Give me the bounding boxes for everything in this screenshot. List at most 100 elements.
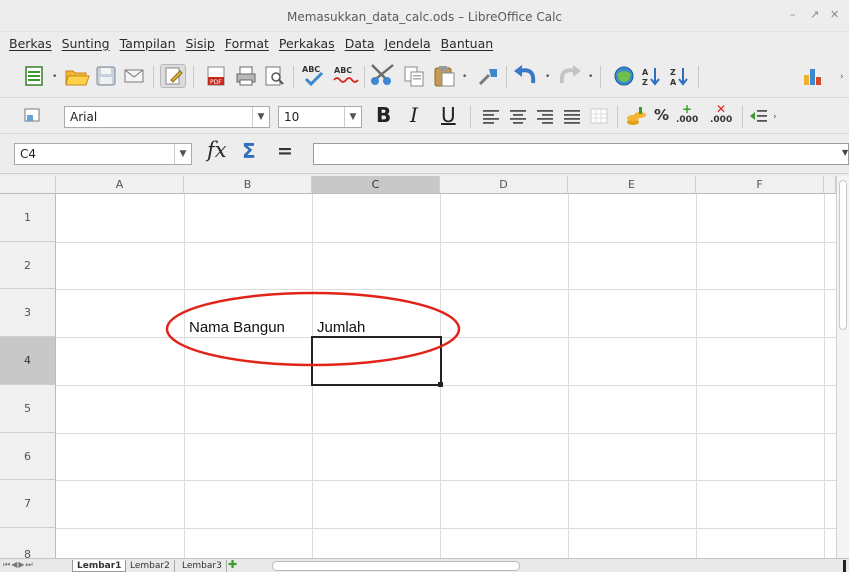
paste-icon[interactable] [432,64,456,88]
spreadsheet-grid: A B C D E F 1 2 3 4 5 6 7 8 Nama Bangun … [0,176,836,562]
autospellcheck-icon[interactable]: ABC [332,62,360,88]
vertical-scroll-thumb[interactable] [839,180,847,330]
menu-bantuan[interactable]: Bantuan [441,36,494,51]
scrollbar-end-marker [843,560,846,572]
formula-expand-icon[interactable]: ▼ [842,148,848,157]
vertical-scrollbar[interactable] [836,176,849,562]
plus-icon: + [682,102,693,116]
toolbar-separator [193,66,194,88]
cut-icon[interactable] [368,62,398,88]
formatting-toolbar: Arial ▼ 10 ▼ B I U % + .000 ✕ .000 › [0,98,849,134]
paste-dropdown-icon[interactable]: • [462,72,467,82]
minimize-icon[interactable]: – [790,8,796,21]
align-center-icon[interactable] [507,105,529,127]
red-annotation-ellipse [165,291,461,367]
remove-decimal-button[interactable]: ✕ .000 [710,102,736,130]
currency-icon[interactable] [624,104,648,128]
sheet-nav-arrows-icon[interactable]: ⏮◀▶⏭ [3,560,34,570]
formula-input[interactable] [313,143,849,165]
close-icon[interactable]: ✕ [830,8,839,21]
align-right-icon[interactable] [534,105,556,127]
toolbar-separator [698,66,699,88]
underline-button[interactable]: U [441,103,456,127]
open-folder-icon[interactable] [64,64,90,88]
copy-icon[interactable] [402,64,426,88]
italic-button[interactable]: I [410,103,418,127]
font-name-box[interactable]: Arial ▼ [64,106,270,128]
svg-text:Z: Z [642,78,648,87]
menu-bar: Berkas Sunting Tampilan Sisip Format Per… [0,32,849,54]
menu-sisip[interactable]: Sisip [186,36,215,51]
styles-icon[interactable] [22,104,44,126]
new-dropdown-icon[interactable]: • [52,72,57,82]
sum-icon[interactable]: Σ [242,139,256,163]
sheet-tab-lembar1[interactable]: Lembar1 [72,560,127,572]
navigator-icon[interactable] [612,64,636,88]
clone-formatting-icon[interactable] [476,64,500,88]
merge-cells-icon[interactable] [588,105,610,127]
window-title: Memasukkan_data_calc.ods – LibreOffice C… [286,10,563,24]
spellcheck-icon[interactable]: ABC [300,62,328,88]
sheet-tab-lembar2[interactable]: Lembar2 [126,560,175,572]
remove-decimal-label: .000 [710,115,733,125]
add-sheet-icon[interactable]: ✚ [228,559,237,571]
undo-dropdown-icon[interactable]: • [545,72,550,82]
libreoffice-calc-window: Memasukkan_data_calc.ods – LibreOffice C… [0,0,849,572]
spellcheck-text: ABC [302,65,320,74]
toolbar-separator [742,106,743,128]
print-icon[interactable] [234,64,258,88]
align-left-icon[interactable] [480,105,502,127]
name-box[interactable]: C4 ▼ [14,143,192,165]
decrease-indent-icon[interactable] [748,105,770,127]
autospell-text: ABC [334,66,352,75]
print-preview-icon[interactable] [262,64,286,88]
chart-icon[interactable] [800,64,826,88]
percent-button[interactable]: % [654,106,669,124]
toolbar-separator [600,66,601,88]
sort-descending-icon[interactable]: ZA [668,64,692,88]
menu-jendela[interactable]: Jendela [385,36,431,51]
undo-icon[interactable] [513,63,539,89]
svg-text:PDF: PDF [210,79,222,86]
title-bar: Memasukkan_data_calc.ods – LibreOffice C… [0,0,849,32]
sheet-tab-bar: ⏮◀▶⏭ Lembar1 Lembar2 Lembar3 ✚ [0,558,849,572]
more-format-icon[interactable]: › [773,112,777,122]
redo-icon[interactable] [556,63,582,89]
menu-sunting[interactable]: Sunting [62,36,110,51]
font-size-dropdown-icon[interactable]: ▼ [344,107,361,127]
menu-perkakas[interactable]: Perkakas [279,36,335,51]
toolbar-separator [293,66,294,88]
export-pdf-icon[interactable]: PDF [204,64,228,88]
toolbar-separator [617,106,618,128]
menu-tampilan[interactable]: Tampilan [120,36,176,51]
edit-mode-icon[interactable] [160,64,186,88]
email-icon[interactable] [122,64,146,88]
standard-toolbar: • PDF ABC ABC • • • A Z Z A › [0,54,849,98]
toolbar-separator [470,106,471,128]
toolbar-separator [153,66,154,88]
name-box-dropdown-icon[interactable]: ▼ [174,144,191,164]
svg-text:Z: Z [670,68,676,77]
maximize-icon[interactable]: ↗ [810,8,819,21]
font-size-box[interactable]: 10 ▼ [278,106,362,128]
menu-berkas[interactable]: Berkas [9,36,52,51]
formula-equals-icon[interactable]: = [277,140,293,162]
sheet-tab-lembar3[interactable]: Lembar3 [178,560,227,572]
menu-format[interactable]: Format [225,36,269,51]
font-name-dropdown-icon[interactable]: ▼ [252,107,269,127]
add-decimal-button[interactable]: + .000 [676,102,702,130]
justify-icon[interactable] [561,105,583,127]
sort-ascending-icon[interactable]: AZ [640,64,664,88]
save-icon[interactable] [94,64,118,88]
toolbar-separator [364,66,365,88]
function-wizard-icon[interactable]: fx [207,138,227,162]
horizontal-scrollbar[interactable] [272,561,520,571]
name-box-value: C4 [20,147,37,161]
redo-dropdown-icon[interactable]: • [588,72,593,82]
more-toolbar-icon[interactable]: › [840,72,844,82]
font-size-value: 10 [284,110,300,124]
menu-data[interactable]: Data [345,36,375,51]
new-document-icon[interactable] [22,64,46,88]
svg-text:A: A [642,68,649,77]
bold-button[interactable]: B [376,103,391,127]
